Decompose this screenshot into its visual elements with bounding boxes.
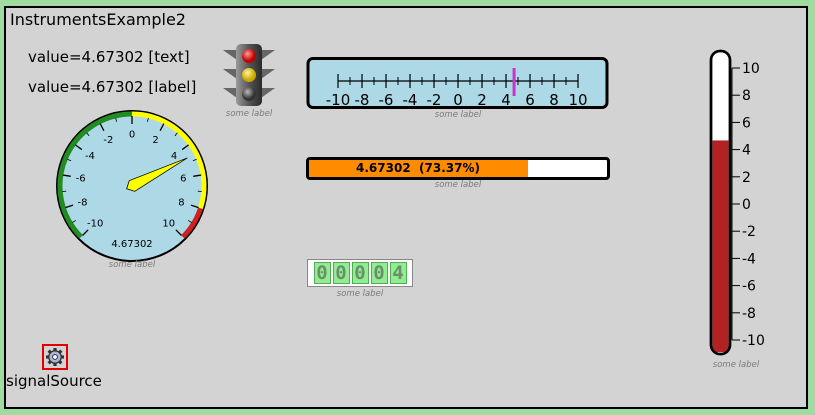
linear-gauge-tick-label: 8 [549,91,559,109]
thermometer-tick-label: 2 [742,170,751,186]
linear-gauge-tick-label: 6 [525,91,535,109]
thermometer-caption: some label [712,360,760,370]
gauge-tick-label: -4 [85,151,95,162]
digit-counter: 00004 [307,259,413,287]
gauge-tick-label: 0 [129,130,135,141]
thermometer-tick-label: 0 [742,197,751,213]
green-lamp [242,87,256,101]
linear-gauge-tick-label: -10 [326,91,351,109]
linear-gauge-caption: some label [434,110,482,120]
gauge-tick-label: 6 [180,173,186,184]
counter-digit: 0 [313,262,331,284]
counter-digit: 0 [351,262,369,284]
linear-gauge-tick-label: 0 [453,91,463,109]
window-title: InstrumentsExample2 [10,10,186,29]
thermometer-tick-label: 4 [742,143,751,159]
gauge-caption: some label [108,260,156,270]
linear-gauge-tick-label: -6 [379,91,394,109]
counter-digit: 0 [370,262,388,284]
counter-digit: 4 [389,262,407,284]
gauge-tick-label: 8 [178,198,184,209]
linear-gauge-tick-label: -4 [403,91,418,109]
progress-bar: 4.67302 (73.37%) [306,157,610,180]
gauge-tick-label: -2 [103,135,113,146]
gauge-tick-label: -8 [78,198,88,209]
thermometer-tick-label: 6 [742,115,751,131]
linear-gauge-tick-label: 10 [568,91,587,109]
linear-gauge-tick-label: 4 [501,91,511,109]
signal-source-module[interactable] [42,344,68,370]
progress-bar-text: 4.67302 (73.37%) [356,161,480,175]
gauge-tick-label: 4 [171,151,177,162]
linear-gauge: -10 -8 -6 -4 -2 0 2 4 6 8 10 [306,57,609,109]
counter-caption: some label [336,289,384,299]
traffic-light-caption: some label [225,109,273,119]
traffic-light [223,44,275,106]
thermometer-tick-label: 10 [742,61,760,77]
gauge-tick-label: -6 [76,173,86,184]
thermometer-tick-label: -8 [742,306,756,322]
thermometer-tick-label: -2 [742,224,756,240]
gauge-tick-label: 10 [162,218,175,229]
red-lamp [242,49,256,63]
yellow-lamp [242,68,256,82]
circular-gauge: -10 -8 -6 -4 -2 0 2 46 810 4.67302 [56,110,208,262]
thermometer-fill [712,140,729,352]
thermometer-tick-label: 8 [742,88,751,104]
thermometer-tick-label: -4 [742,251,756,267]
counter-digit: 0 [332,262,350,284]
value-text-display: value=4.67302 [text] [28,48,190,66]
progress-bar-caption: some label [434,180,482,190]
gauge-tick-label: 2 [152,135,158,146]
linear-gauge-tick-label: -8 [355,91,370,109]
value-label-display: value=4.67302 [label] [28,78,197,96]
gauge-tick-label: -10 [87,218,103,229]
thermometer-tick-label: -10 [742,333,765,349]
gauge-readout: 4.67302 [111,239,152,250]
thermometer-tick-label: -6 [742,279,756,295]
gear-icon [46,348,64,366]
thermometer: 10 8 6 4 2 0 -2 -4 -6 -8 -10 [709,49,765,356]
linear-gauge-tick-label: 2 [477,91,487,109]
linear-gauge-tick-label: -2 [427,91,442,109]
signal-source-label: signalSource [6,372,102,390]
canvas: InstrumentsExample2 value=4.67302 [text]… [4,6,808,409]
